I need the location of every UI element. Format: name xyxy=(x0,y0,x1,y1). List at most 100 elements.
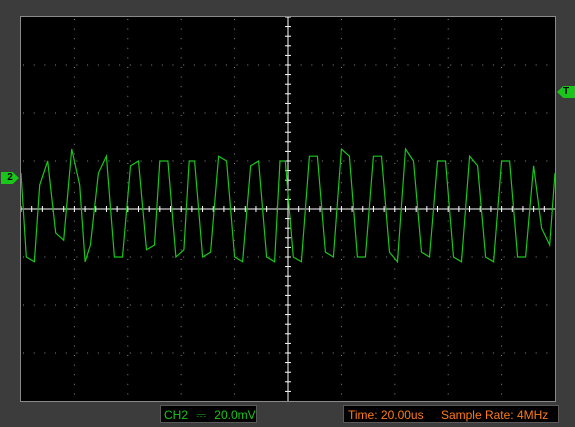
grid-dot xyxy=(340,182,342,184)
grid-dot xyxy=(311,352,313,354)
grid-dot xyxy=(215,352,217,354)
grid-dot xyxy=(127,278,129,280)
grid-dot xyxy=(354,304,356,306)
grid-dot xyxy=(183,64,185,66)
grid-dot xyxy=(44,64,46,66)
grid-dot xyxy=(492,160,494,162)
grid-dot xyxy=(524,352,526,354)
dc-coupling-icon: ⎓ xyxy=(196,408,206,422)
grid-dot xyxy=(279,352,281,354)
grid-dot xyxy=(234,57,236,59)
grid-dot xyxy=(193,64,195,66)
grid-dot xyxy=(234,326,236,328)
trigger-level-marker[interactable]: T xyxy=(557,86,575,98)
grid-dot xyxy=(340,134,342,136)
grid-dot xyxy=(87,160,89,162)
grid-dot xyxy=(180,239,182,241)
grid-dot xyxy=(234,374,236,376)
grid-dot xyxy=(73,355,75,356)
grid-dot xyxy=(234,76,236,78)
grid-dot xyxy=(471,256,473,258)
grid-dot xyxy=(482,64,484,66)
grid-dot xyxy=(129,160,131,162)
grid-dot xyxy=(55,256,57,258)
grid-dot xyxy=(394,163,396,164)
grid-dot xyxy=(119,352,121,354)
grid-dot xyxy=(236,352,238,354)
grid-dot xyxy=(140,112,142,114)
grid-dot xyxy=(234,172,236,174)
grid-dot xyxy=(73,95,75,97)
grid-dot xyxy=(394,335,396,337)
grid-dot xyxy=(418,112,420,114)
grid-dot xyxy=(234,297,236,299)
grid-dot xyxy=(340,326,342,328)
grid-dot xyxy=(73,335,75,337)
grid-dot xyxy=(501,278,503,280)
grid-dot xyxy=(300,64,302,66)
grid-dot xyxy=(180,230,182,232)
grid-dot xyxy=(127,134,129,136)
grid-dot xyxy=(394,19,396,20)
grid-dot xyxy=(396,160,398,162)
grid-dot xyxy=(127,326,129,328)
grid-dot xyxy=(354,64,356,66)
grid-dot xyxy=(247,160,249,162)
grid-dot xyxy=(340,287,342,289)
grid-dot xyxy=(386,112,388,114)
grid-dot xyxy=(322,160,324,162)
grid-dot xyxy=(180,220,182,222)
grid-dot xyxy=(215,112,217,114)
grid-dot xyxy=(503,256,505,258)
grid-dot xyxy=(172,160,174,162)
grid-dot xyxy=(151,304,153,306)
grid-dot xyxy=(343,64,345,66)
grid-dot xyxy=(127,345,129,347)
grid-dot xyxy=(501,105,503,107)
grid-dot xyxy=(204,256,206,258)
grid-dot xyxy=(340,95,342,97)
grid-dot xyxy=(180,95,182,97)
grid-dot xyxy=(73,239,75,241)
grid-dot xyxy=(73,383,75,385)
grid-dot xyxy=(340,220,342,222)
grid-dot xyxy=(44,112,46,114)
grid-dot xyxy=(386,352,388,354)
grid-dot xyxy=(354,256,356,258)
grid-dot xyxy=(447,335,449,337)
grid-dot xyxy=(300,160,302,162)
grid-dot xyxy=(234,86,236,88)
grid-dot xyxy=(183,256,185,258)
grid-dot xyxy=(514,352,516,354)
grid-dot xyxy=(501,307,503,308)
grid-dot xyxy=(225,352,227,354)
grid-dot xyxy=(394,355,396,356)
grid-dot xyxy=(546,64,548,66)
grid-dot xyxy=(234,19,236,20)
grid-dot xyxy=(65,256,67,258)
grid-dot xyxy=(447,268,449,270)
grid-dot xyxy=(501,47,503,49)
grid-dot xyxy=(215,304,217,306)
grid-dot xyxy=(44,352,46,354)
grid-dot xyxy=(503,352,505,354)
grid-dot xyxy=(73,259,75,260)
grid-dot xyxy=(73,287,75,289)
grid-dot xyxy=(501,201,503,203)
grid-dot xyxy=(394,28,396,30)
grid-dot xyxy=(340,19,342,20)
grid-dot xyxy=(183,304,185,306)
grid-dot xyxy=(450,256,452,258)
grid-dot xyxy=(55,112,57,114)
grid-dot xyxy=(65,64,67,66)
grid-dot xyxy=(447,172,449,174)
grid-dot xyxy=(151,64,153,66)
grid-dot xyxy=(127,220,129,222)
grid-dot xyxy=(180,345,182,347)
grid-dot xyxy=(234,124,236,126)
grid-dot xyxy=(127,287,129,289)
grid-dot xyxy=(234,335,236,337)
grid-dot xyxy=(471,112,473,114)
grid-dot xyxy=(439,304,441,306)
channel-2-level-marker[interactable]: 2 xyxy=(1,172,19,184)
